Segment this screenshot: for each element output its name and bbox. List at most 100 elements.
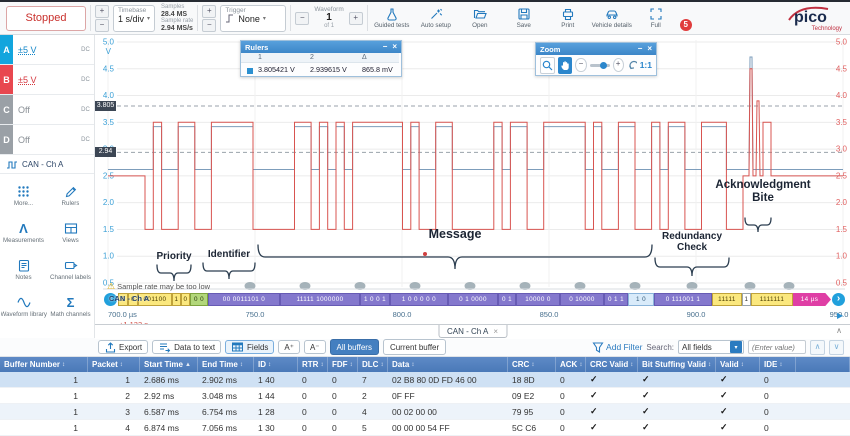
channel-range[interactable]: ±5 V bbox=[13, 35, 77, 64]
decode-segment[interactable]: 1111111 bbox=[751, 293, 793, 306]
zoom-panel[interactable]: Zoom − × − + 1:1 bbox=[535, 42, 657, 76]
col-header-fdf[interactable]: FDF↕ bbox=[328, 357, 358, 372]
waveform-view[interactable]: 5.05.04.54.54.04.03.53.53.03.02.52.52.02… bbox=[95, 35, 850, 338]
decode-scroll-right-icon[interactable]: › bbox=[832, 293, 845, 306]
channel-c[interactable]: COffDC bbox=[0, 95, 94, 125]
channel-coupling[interactable]: DC bbox=[77, 95, 94, 124]
col-header-packet[interactable]: Packet↕ bbox=[88, 357, 140, 372]
math-channels-button[interactable]: Σ Math channels bbox=[47, 288, 94, 325]
views-button[interactable]: Views bbox=[47, 214, 94, 251]
zoom-out-button[interactable]: − bbox=[575, 58, 586, 72]
channel-labels-button[interactable]: Channel labels bbox=[47, 251, 94, 288]
waveform-next-button[interactable]: + bbox=[349, 12, 363, 25]
decode-segment[interactable]: 1 0 0 0 0 0 bbox=[390, 293, 448, 306]
font-increase-button[interactable]: A⁺ bbox=[278, 340, 300, 354]
waveform-library-button[interactable]: Waveform library bbox=[0, 288, 47, 325]
decode-segment[interactable]: 0 0 bbox=[190, 293, 208, 306]
scroll-right-icon[interactable]: ▶ bbox=[837, 311, 843, 320]
all-buffers-toggle[interactable]: All buffers bbox=[330, 339, 379, 355]
col-header-bit-stuffing-valid[interactable]: Bit Stuffing Valid↕ bbox=[638, 357, 716, 372]
rulers-button[interactable]: Rulers bbox=[47, 177, 94, 214]
col-header-crc-valid[interactable]: CRC Valid↕ bbox=[586, 357, 638, 372]
decode-segment[interactable]: 00 0011101 0 bbox=[208, 293, 280, 306]
minimize-icon[interactable]: − bbox=[638, 45, 643, 53]
col-header-dlc[interactable]: DLC↕ bbox=[358, 357, 388, 372]
table-row[interactable]: 112.686 ms2.902 ms1 4000702 B8 80 0D FD … bbox=[0, 372, 850, 388]
pan-tool-button[interactable] bbox=[558, 57, 572, 74]
decode-segment[interactable]: 0 10000 bbox=[560, 293, 604, 306]
export-button[interactable]: Export bbox=[98, 340, 148, 354]
col-header-data[interactable]: Data↕ bbox=[388, 357, 508, 372]
search-input[interactable] bbox=[748, 340, 806, 354]
close-icon[interactable]: × bbox=[392, 43, 397, 51]
channel-coupling[interactable]: DC bbox=[77, 125, 94, 154]
decode-segment[interactable]: 1 bbox=[742, 293, 751, 306]
current-buffer-toggle[interactable]: Current buffer bbox=[383, 339, 446, 355]
channel-range[interactable]: ±5 V bbox=[13, 65, 77, 94]
trigger-plus-button[interactable]: + bbox=[202, 5, 216, 18]
waveform-prev-button[interactable]: − bbox=[295, 12, 309, 25]
channel-range[interactable]: Off bbox=[13, 95, 77, 124]
minimize-icon[interactable]: − bbox=[383, 43, 388, 51]
tab-can-cha[interactable]: CAN - Ch A × bbox=[438, 325, 507, 338]
notification-badge[interactable]: 5 bbox=[680, 19, 692, 31]
col-header-ide[interactable]: IDE↕ bbox=[760, 357, 796, 372]
channel-d[interactable]: DOffDC bbox=[0, 125, 94, 155]
channel-a[interactable]: A±5 VDC bbox=[0, 35, 94, 65]
auto-setup-button[interactable]: Auto setup bbox=[416, 3, 456, 34]
decode-segment[interactable]: 1 0 bbox=[628, 293, 654, 306]
decode-segment[interactable]: 0 1 0000 bbox=[448, 293, 498, 306]
add-filter-button[interactable]: Add Filter bbox=[592, 341, 642, 353]
col-header-start-time[interactable]: Start Time▲ bbox=[140, 357, 198, 372]
decode-segment[interactable]: 1 bbox=[172, 293, 181, 306]
col-header-buffer-number[interactable]: Buffer Number↕ bbox=[0, 357, 88, 372]
timebase-dropdown[interactable]: Timebase 1 s/div▾ bbox=[113, 5, 155, 32]
decode-segment[interactable]: 0 1 1 bbox=[604, 293, 628, 306]
trigger-minus-button[interactable]: − bbox=[202, 19, 216, 32]
decode-segment[interactable]: 14 µs bbox=[793, 293, 831, 306]
table-row[interactable]: 136.587 ms6.754 ms1 2800400 02 00 0079 9… bbox=[0, 404, 850, 420]
search-field-dropdown[interactable]: All fields ▾ bbox=[678, 340, 744, 354]
trigger-dropdown[interactable]: Trigger None ▾ bbox=[220, 5, 286, 32]
close-icon[interactable]: × bbox=[493, 327, 498, 336]
collapse-table-icon[interactable]: ∧ bbox=[836, 326, 842, 335]
guided-tests-button[interactable]: Guided tests bbox=[372, 3, 412, 34]
decode-segment[interactable]: 0 111001 1 bbox=[654, 293, 712, 306]
decode-segment[interactable]: 10000 0 bbox=[516, 293, 560, 306]
col-header-ack[interactable]: ACK↕ bbox=[556, 357, 586, 372]
search-next-button[interactable]: ∨ bbox=[829, 340, 844, 355]
rulers-panel[interactable]: Rulers − × 1 2 Δ 3.805421 V 2.939615 V 8… bbox=[240, 40, 402, 77]
stopped-button[interactable]: Stopped bbox=[6, 6, 86, 31]
channel-coupling[interactable]: DC bbox=[77, 35, 94, 64]
notes-button[interactable]: Notes bbox=[0, 251, 47, 288]
zoom-in-button[interactable]: + bbox=[613, 58, 624, 72]
col-header-rtr[interactable]: RTR↕ bbox=[298, 357, 328, 372]
close-icon[interactable]: × bbox=[647, 45, 652, 53]
open-button[interactable]: Open bbox=[460, 3, 500, 34]
channel-range[interactable]: Off bbox=[13, 125, 77, 154]
timebase-plus-button[interactable]: + bbox=[95, 5, 109, 18]
col-header-valid[interactable]: Valid↕ bbox=[716, 357, 760, 372]
fields-button[interactable]: Fields bbox=[225, 340, 274, 354]
full-screen-button[interactable]: Full bbox=[636, 3, 676, 34]
col-header-end-time[interactable]: End Time↕ bbox=[198, 357, 254, 372]
zoom-ratio[interactable]: 1:1 bbox=[640, 60, 652, 70]
decode-segment[interactable]: 1 0 0 1 bbox=[360, 293, 390, 306]
zoom-tool-button[interactable] bbox=[540, 57, 555, 74]
vehicle-details-button[interactable]: Vehicle details bbox=[592, 3, 632, 34]
zoom-slider[interactable] bbox=[590, 64, 610, 67]
channel-b[interactable]: B±5 VDC bbox=[0, 65, 94, 95]
print-button[interactable]: Print bbox=[548, 3, 588, 34]
table-row[interactable]: 122.92 ms3.048 ms1 440020F FF09 E20✓✓✓0 bbox=[0, 388, 850, 404]
decode-segment[interactable]: 11111 1000000 bbox=[280, 293, 360, 306]
undo-zoom-icon[interactable] bbox=[627, 59, 637, 71]
ruler-handle-1[interactable]: 3.805 bbox=[95, 101, 116, 111]
probe-can-cha[interactable]: CAN - Ch A bbox=[0, 155, 94, 174]
ruler-handle-2[interactable]: 2.94 bbox=[95, 147, 116, 157]
zoom-slider-knob[interactable] bbox=[600, 62, 607, 69]
save-button[interactable]: Save bbox=[504, 3, 544, 34]
table-row[interactable]: 146.874 ms7.056 ms1 3000500 00 00 54 FF5… bbox=[0, 420, 850, 436]
decode-segment[interactable]: 0 bbox=[181, 293, 190, 306]
col-header-id[interactable]: ID↕ bbox=[254, 357, 298, 372]
search-prev-button[interactable]: ∧ bbox=[810, 340, 825, 355]
